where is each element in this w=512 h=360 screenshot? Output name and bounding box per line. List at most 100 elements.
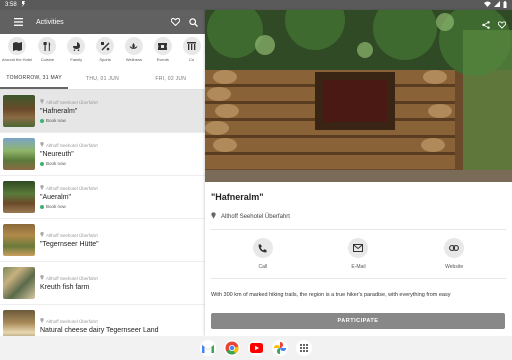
activity-location: Althoff Seehotel Überfahrt — [46, 232, 98, 238]
chrome-icon[interactable] — [224, 340, 240, 356]
search-icon[interactable] — [187, 16, 199, 28]
category-label: Family — [70, 57, 83, 62]
wifi-icon — [484, 1, 491, 9]
website-button[interactable]: Website — [424, 238, 484, 270]
category-label: Events — [156, 57, 169, 62]
location-pin-icon — [40, 99, 44, 105]
email-icon — [348, 238, 369, 258]
category-around-hotel[interactable]: Around the Hotel — [2, 37, 32, 62]
detail-location: Althoff Seehotel Überfahrt — [211, 212, 512, 221]
activity-thumbnail — [3, 181, 35, 213]
detail-location-text: Althoff Seehotel Überfahrt — [221, 213, 290, 220]
date-tab-tomorrow[interactable]: TOMORROW, 31 MAY — [0, 68, 69, 89]
activity-name: "Aueralm" — [40, 194, 72, 201]
activity-thumbnail — [3, 138, 35, 170]
category-wellness[interactable]: Wellness — [121, 37, 148, 62]
youtube-icon[interactable] — [248, 340, 264, 356]
category-events[interactable]: Events — [149, 37, 176, 62]
location-pin-icon — [40, 275, 44, 281]
date-tab-fri[interactable]: FRI, 02 JUN — [137, 68, 205, 89]
status-bar: 3:58 — [0, 0, 512, 10]
location-pin-icon — [40, 185, 44, 191]
participate-button[interactable]: PARTICIPATE — [211, 313, 505, 329]
gmail-icon[interactable] — [200, 340, 216, 356]
availability-dot — [40, 161, 44, 166]
category-sports[interactable]: Sports — [92, 37, 119, 62]
activity-detail-panel: "Hafneralm" Althoff Seehotel Überfahrt C… — [205, 10, 512, 336]
map-icon — [8, 37, 27, 55]
activity-location: Althoff Seehotel Überfahrt — [46, 275, 98, 281]
sports-icon — [96, 37, 115, 55]
availability-dot — [40, 118, 44, 123]
contact-actions: Call E-Mail Website — [205, 238, 512, 270]
activity-thumbnail — [3, 224, 35, 256]
location-pin-icon — [40, 142, 44, 148]
list-item[interactable]: Althoff Seehotel Überfahrt "Hafneralm" B… — [0, 90, 205, 133]
category-bar: Around the Hotel Cuisine Family Sports W… — [0, 34, 205, 68]
call-label: Call — [258, 264, 268, 270]
category-label: Sports — [99, 57, 111, 62]
activity-name: Natural cheese dairy Tegernseer Land — [40, 327, 159, 334]
location-pin-icon — [40, 318, 44, 324]
link-icon — [444, 238, 465, 258]
signal-icon — [494, 1, 500, 9]
email-button[interactable]: E-Mail — [328, 238, 388, 270]
detail-title: "Hafneralm" — [211, 192, 264, 202]
list-item[interactable]: Althoff Seehotel Überfahrt "Neureuth" Bo… — [0, 133, 205, 176]
date-tabs: TOMORROW, 31 MAY THU, 01 JUN FRI, 02 JUN — [0, 68, 205, 90]
book-now-label: Book now — [46, 118, 66, 123]
activities-list-panel: Activities Around the Hotel Cuisine Fami… — [0, 10, 205, 336]
book-now-label: Book now — [46, 204, 66, 209]
activity-name: "Tegernseer Hütte" — [40, 241, 99, 248]
share-icon[interactable] — [482, 16, 490, 34]
divider — [211, 278, 506, 279]
activity-list: Althoff Seehotel Überfahrt "Hafneralm" B… — [0, 90, 205, 336]
list-item[interactable]: Althoff Seehotel Überfahrt Natural chees… — [0, 305, 205, 336]
list-item[interactable]: Althoff Seehotel Überfahrt Kreuth fish f… — [0, 262, 205, 305]
activity-thumbnail — [3, 95, 35, 127]
list-item[interactable]: Althoff Seehotel Überfahrt "Aueralm" Boo… — [0, 176, 205, 219]
category-label: Wellness — [125, 57, 142, 62]
menu-icon[interactable] — [12, 16, 24, 28]
activity-location: Althoff Seehotel Überfahrt — [46, 142, 98, 148]
activity-location: Althoff Seehotel Überfahrt — [46, 185, 98, 191]
book-now-label: Book now — [46, 161, 66, 166]
activity-thumbnail — [3, 267, 35, 299]
notification-icon — [21, 1, 26, 9]
call-button[interactable]: Call — [233, 238, 293, 270]
location-pin-icon — [211, 212, 216, 221]
date-tab-thu[interactable]: THU, 01 JUN — [68, 68, 136, 89]
availability-dot — [40, 204, 44, 209]
activity-name: "Neureuth" — [40, 151, 74, 158]
lotus-icon — [124, 37, 143, 55]
photos-icon[interactable] — [272, 340, 288, 356]
ticket-icon — [153, 37, 172, 55]
app-bar: Activities — [0, 10, 205, 34]
apps-icon[interactable] — [296, 340, 312, 356]
activity-name: "Hafneralm" — [40, 108, 78, 115]
category-label: Around the Hotel — [2, 57, 33, 62]
activity-name: Kreuth fish farm — [40, 284, 90, 291]
activity-hero-image — [205, 10, 512, 182]
category-cu[interactable]: Cu — [178, 37, 205, 62]
category-family[interactable]: Family — [63, 37, 90, 62]
activity-thumbnail — [3, 310, 35, 336]
favorite-icon[interactable] — [169, 16, 181, 28]
taskbar — [0, 336, 512, 360]
website-label: Website — [445, 264, 464, 270]
category-cuisine[interactable]: Cuisine — [34, 37, 61, 62]
category-label: Cu — [189, 57, 195, 62]
detail-description: With 300 km of marked hiking trails, the… — [211, 292, 451, 298]
divider — [211, 229, 506, 230]
status-time: 3:58 — [5, 2, 17, 8]
activity-location: Althoff Seehotel Überfahrt — [46, 318, 98, 324]
stroller-icon — [67, 37, 86, 55]
favorite-icon[interactable] — [497, 16, 507, 34]
list-item[interactable]: Althoff Seehotel Überfahrt "Tegernseer H… — [0, 219, 205, 262]
location-pin-icon — [40, 232, 44, 238]
battery-icon — [503, 0, 507, 10]
activity-location: Althoff Seehotel Überfahrt — [46, 99, 98, 105]
cutlery-icon — [38, 37, 57, 55]
category-label: Cuisine — [40, 57, 55, 62]
columns-icon — [182, 37, 201, 55]
